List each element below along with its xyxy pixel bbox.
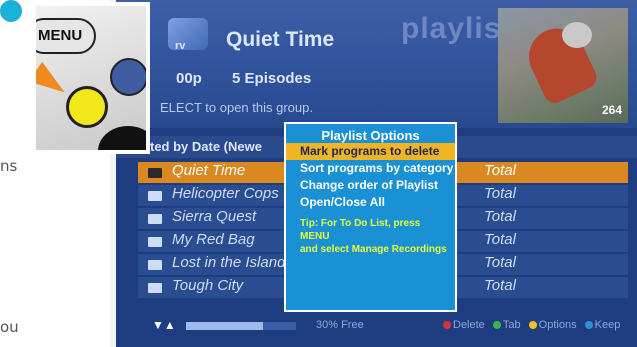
step-badge-icon <box>0 0 22 22</box>
red-dot-icon <box>443 321 451 330</box>
remote-blue-button[interactable] <box>110 58 146 96</box>
article-fragment-bottom: ou <box>0 318 19 336</box>
list-item-total: Total <box>484 254 516 271</box>
legend-tab: Tab <box>502 319 521 331</box>
select-hint: ELECT to open this group. <box>160 100 313 115</box>
disk-free-text: 30% Free <box>316 319 364 331</box>
list-item-name: Sierra Quest <box>172 208 257 225</box>
logo-text: rv <box>175 40 186 52</box>
folder-icon <box>148 260 162 270</box>
legend-keep: Keep <box>594 319 621 331</box>
folder-icon <box>148 168 162 178</box>
list-item-total: Total <box>484 231 516 248</box>
list-item-name: Helicopter Cops <box>172 185 279 202</box>
folder-icon <box>148 237 162 247</box>
status-bar: ▼▲ 30% Free Delete Tab Options Keep <box>116 317 637 335</box>
list-item-total: Total <box>484 162 516 179</box>
screen-title: playlist <box>401 12 513 45</box>
popup-title: Playlist Options <box>321 128 420 143</box>
legend-delete: Delete <box>453 319 485 331</box>
scroll-arrows-icon[interactable]: ▼▲ <box>152 318 176 332</box>
option-change-order[interactable]: Change order of Playlist <box>286 177 455 194</box>
list-item-total: Total <box>484 185 516 202</box>
channel-number: 264 <box>601 103 622 117</box>
disk-usage-fill <box>186 322 263 330</box>
list-item-name: Tough City <box>172 277 244 294</box>
remote-menu-button[interactable]: MENU <box>36 18 96 54</box>
remote-yellow-button[interactable] <box>66 86 108 128</box>
list-item-name: Quiet Time <box>172 162 246 179</box>
option-open-close-all[interactable]: Open/Close All <box>286 194 455 211</box>
option-sort-category[interactable]: Sort programs by category <box>286 160 455 177</box>
article-fragment-top: ns <box>0 157 18 175</box>
folder-icon <box>148 214 162 224</box>
green-dot-icon <box>492 321 501 330</box>
group-meta: 00p 5 Episodes <box>176 70 311 87</box>
preview-thumbnail: 264 <box>498 8 628 123</box>
tip-line-1: Tip: For To Do List, press MENU <box>300 218 421 242</box>
tv-screen: rv playlist Quiet Time 00p 5 Episodes EL… <box>110 0 637 347</box>
yellow-dot-icon <box>528 321 537 330</box>
option-mark-delete[interactable]: Mark programs to delete <box>286 143 455 160</box>
blue-dot-icon <box>584 321 593 330</box>
disk-usage-bar <box>186 322 296 330</box>
list-item-total: Total <box>484 277 516 294</box>
legend-options: Options <box>538 319 577 331</box>
group-time: 00p <box>176 70 202 87</box>
list-item-name: My Red Bag <box>172 231 255 248</box>
folder-icon <box>148 283 162 293</box>
episode-count: 5 Episodes <box>232 70 312 87</box>
tivo-logo <box>168 18 208 50</box>
tip-line-2: and select Manage Recordings <box>300 244 447 255</box>
button-legend: Delete Tab Options Keep <box>438 319 620 331</box>
list-item-total: Total <box>484 208 516 225</box>
remote-inset: MENU <box>32 2 150 154</box>
helmet-shape <box>562 22 592 48</box>
folder-icon <box>148 191 162 201</box>
popup-tip: Tip: For To Do List, press MENU and sele… <box>286 211 455 256</box>
group-title: Quiet Time <box>226 28 335 51</box>
playlist-options-popup: Playlist Options Mark programs to delete… <box>284 122 457 312</box>
list-item-name: Lost in the Island <box>172 254 286 271</box>
